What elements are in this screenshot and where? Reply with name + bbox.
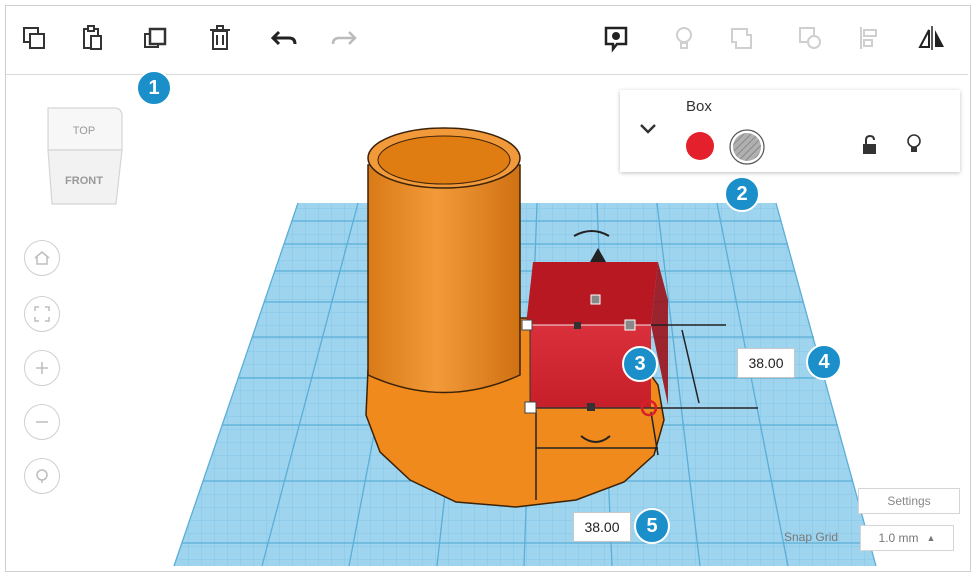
- snap-grid-select[interactable]: 1.0 mm ▲: [860, 525, 954, 551]
- view-cube-top-label: TOP: [73, 125, 95, 137]
- handle-top-center[interactable]: [590, 294, 601, 305]
- callout-marker-4: 4: [806, 344, 842, 380]
- callout-marker-5: 5: [634, 508, 670, 544]
- paste-icon: [83, 25, 102, 50]
- light-bulb-icon[interactable]: [904, 132, 924, 156]
- redo-icon: [331, 31, 357, 45]
- height-dimension-input[interactable]: 38.00: [737, 348, 795, 378]
- light-bulb-button[interactable]: [664, 18, 704, 58]
- minus-icon: [36, 421, 48, 423]
- tinkercad-editor: TOP FRONT Box 38.00 38.00 1 2 3 4 5 Sett…: [0, 0, 977, 575]
- snap-grid-value: 1.0 mm: [878, 531, 919, 545]
- hole-button[interactable]: [728, 128, 766, 166]
- undo-button[interactable]: [264, 18, 304, 58]
- perspective-icon: [36, 469, 48, 483]
- width-dimension-input[interactable]: 38.00: [573, 512, 631, 542]
- align-icon: [860, 27, 877, 49]
- view-cube-front-label: FRONT: [65, 175, 103, 187]
- redo-button[interactable]: [324, 18, 364, 58]
- red-box-shape[interactable]: [526, 262, 668, 409]
- align-button[interactable]: [850, 18, 890, 58]
- copy-button[interactable]: [14, 18, 54, 58]
- ungroup-icon: [799, 27, 821, 49]
- plus-icon: [36, 362, 48, 374]
- light-bulb-icon: [676, 27, 692, 49]
- fit-view-icon: [34, 306, 50, 322]
- home-view-button[interactable]: [24, 240, 60, 276]
- shape-name-label: Box: [686, 98, 712, 115]
- top-toolbar: [6, 6, 968, 75]
- snap-grid-label: Snap Grid: [784, 530, 839, 544]
- paste-button[interactable]: [72, 18, 112, 58]
- callout-marker-3: 3: [622, 346, 658, 382]
- handle-right-top[interactable]: [624, 319, 636, 331]
- chevron-down-icon[interactable]: [638, 122, 658, 136]
- delete-icon: [210, 25, 230, 50]
- fit-view-button[interactable]: [24, 296, 60, 332]
- duplicate-icon: [144, 27, 167, 48]
- ungroup-button[interactable]: [790, 18, 830, 58]
- delete-button[interactable]: [200, 18, 240, 58]
- group-button[interactable]: [722, 18, 762, 58]
- solid-color-button[interactable]: [684, 130, 716, 162]
- handle-left-top[interactable]: [521, 319, 533, 331]
- handle-center[interactable]: [574, 322, 581, 329]
- callout-marker-1: 1: [136, 70, 172, 106]
- show-all-icon: [604, 26, 628, 53]
- duplicate-button[interactable]: [136, 18, 176, 58]
- show-all-button[interactable]: [596, 18, 636, 58]
- callout-marker-2: 2: [724, 176, 760, 212]
- perspective-button[interactable]: [24, 458, 60, 494]
- orange-cylinder-tube[interactable]: [367, 127, 521, 394]
- undo-icon: [270, 30, 297, 46]
- handle-front-center[interactable]: [587, 403, 595, 411]
- view-cube[interactable]: TOP FRONT: [40, 100, 130, 210]
- copy-icon: [23, 27, 45, 49]
- mirror-icon: [918, 26, 944, 50]
- group-icon: [731, 28, 752, 49]
- zoom-out-button[interactable]: [24, 404, 60, 440]
- mirror-button[interactable]: [912, 18, 952, 58]
- handle-front-left[interactable]: [524, 401, 537, 414]
- shape-inspector-panel: Box: [620, 90, 960, 172]
- home-icon: [34, 251, 50, 265]
- settings-button[interactable]: Settings: [858, 488, 960, 514]
- lock-icon[interactable]: [860, 134, 880, 156]
- zoom-in-button[interactable]: [24, 350, 60, 386]
- caret-icon: ▲: [926, 533, 936, 543]
